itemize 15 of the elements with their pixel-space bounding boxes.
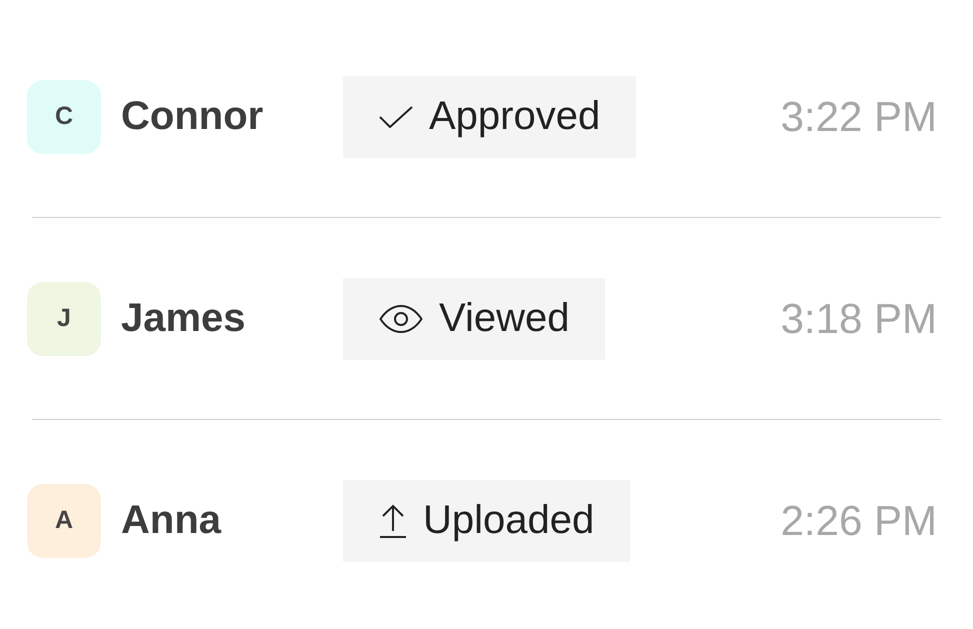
timestamp: 3:22 PM [780, 92, 937, 140]
timestamp: 2:26 PM [780, 496, 937, 544]
status-label: Approved [429, 94, 600, 139]
status-label: Viewed [439, 296, 570, 341]
timestamp: 3:18 PM [780, 294, 937, 342]
checkmark-icon [379, 106, 413, 128]
person-name: James [121, 296, 247, 341]
person-name: Connor [121, 94, 264, 139]
status-label: Uploaded [423, 498, 594, 543]
upload-icon [379, 504, 407, 538]
avatar: J [27, 282, 101, 356]
person-name: Anna [121, 498, 222, 543]
avatar: A [27, 484, 101, 558]
avatar: C [27, 80, 101, 154]
eye-icon [379, 304, 423, 332]
